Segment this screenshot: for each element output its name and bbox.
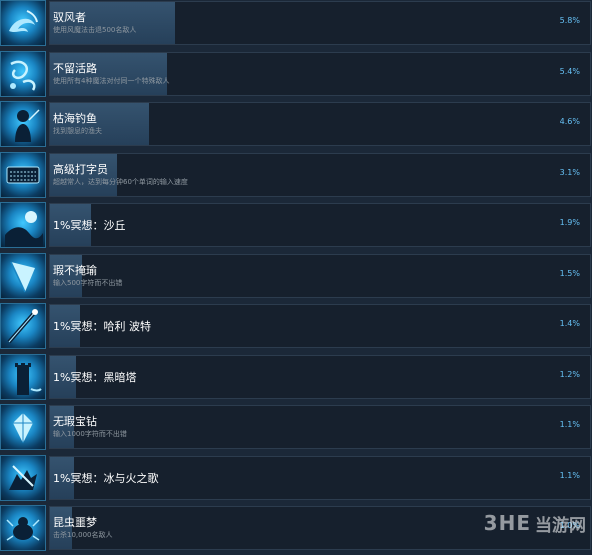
achievement-row[interactable]: 无瑕宝钻输入1000字符而不出错 1.1% bbox=[0, 404, 592, 454]
insect-icon bbox=[0, 505, 46, 551]
achievement-name: 1%冥想：沙丘 bbox=[53, 219, 126, 232]
achievement-name: 不留活路 bbox=[53, 61, 97, 75]
achievement-row[interactable]: 高级打字员 超越常人，达到每分钟60个单词的输入速度 3.1% bbox=[0, 151, 592, 202]
unlock-percent: 1.5% bbox=[559, 268, 580, 278]
achievement-row[interactable]: 驭风者使用风魔法击退500名敌人 5.8% bbox=[0, 0, 592, 50]
unlock-percent: 1.9% bbox=[559, 218, 580, 227]
achievement-name: 高级打字员 bbox=[53, 162, 108, 176]
unlock-percent: 1.4% bbox=[559, 319, 580, 328]
achievement-row[interactable]: 1%冥想：沙丘 1.9% bbox=[0, 202, 592, 252]
achievement-description: 输入500字符而不出错 bbox=[53, 278, 123, 287]
crystal-icon bbox=[0, 252, 46, 299]
unlock-percent: 5.8% bbox=[559, 16, 580, 25]
tower-icon bbox=[0, 353, 46, 400]
achievement-name: 1%冥想：黑暗塔 bbox=[53, 370, 137, 384]
achievement-row[interactable]: 瑕不掩瑜 输入500字符而不出错 1.5% bbox=[0, 252, 592, 303]
achievement-description: 击杀10,000名敌人 bbox=[53, 531, 113, 539]
achievement-row[interactable]: 不留活路 使用所有4种魔法对付同一个特殊敌人 5.4% bbox=[0, 50, 592, 101]
achievement-panel: 驭风者使用风魔法击退500名敌人 5.8% bbox=[49, 1, 591, 45]
achievement-row[interactable]: 枯海钓鱼找到憩息的渔夫 4.6% bbox=[0, 101, 592, 151]
unlock-percent: 5.4% bbox=[559, 66, 580, 76]
unlock-percent: 1.0% bbox=[559, 521, 580, 530]
achievement-panel: 瑕不掩瑜 输入500字符而不出错 1.5% bbox=[49, 253, 591, 298]
wind-swirl-icon bbox=[0, 0, 46, 46]
sand-dune-icon bbox=[0, 202, 46, 248]
wolf-icon bbox=[0, 454, 46, 501]
achievement-name: 无瑕宝钻 bbox=[53, 415, 97, 428]
magic-swirl-icon bbox=[0, 50, 46, 97]
achievement-panel: 昆虫噩梦击杀10,000名敌人 1.0% bbox=[49, 506, 591, 550]
achievement-description: 使用风魔法击退500名敌人 bbox=[53, 26, 137, 34]
achievement-name: 昆虫噩梦 bbox=[53, 516, 97, 529]
achievement-description: 使用所有4种魔法对付同一个特殊敌人 bbox=[53, 76, 170, 85]
achievement-row[interactable]: 1%冥想：黑暗塔 1.2% bbox=[0, 353, 592, 404]
achievement-row[interactable]: 1%冥想：冰与火之歌 1.1% bbox=[0, 454, 592, 505]
achievement-panel: 1%冥想：沙丘 1.9% bbox=[49, 203, 591, 247]
achievement-name: 1%冥想：哈利 波特 bbox=[53, 320, 151, 333]
achievement-panel: 1%冥想：黑暗塔 1.2% bbox=[49, 354, 591, 399]
achievement-description: 找到憩息的渔夫 bbox=[53, 127, 102, 135]
achievement-description: 输入1000字符而不出错 bbox=[53, 430, 127, 438]
achievement-description: 超越常人，达到每分钟60个单词的输入速度 bbox=[53, 177, 188, 186]
achievement-panel: 1%冥想：冰与火之歌 1.1% bbox=[49, 455, 591, 500]
unlock-percent: 1.1% bbox=[559, 420, 580, 429]
gem-icon bbox=[0, 404, 46, 450]
achievement-panel: 高级打字员 超越常人，达到每分钟60个单词的输入速度 3.1% bbox=[49, 152, 591, 197]
achievement-name: 1%冥想：冰与火之歌 bbox=[53, 471, 159, 485]
wand-icon bbox=[0, 303, 46, 349]
unlock-percent: 1.1% bbox=[559, 470, 580, 480]
keyboard-icon bbox=[0, 151, 46, 198]
achievement-name: 瑕不掩瑜 bbox=[53, 263, 97, 277]
achievement-panel: 枯海钓鱼找到憩息的渔夫 4.6% bbox=[49, 102, 591, 146]
achievement-name: 驭风者 bbox=[53, 11, 86, 24]
achievement-row[interactable]: 昆虫噩梦击杀10,000名敌人 1.0% bbox=[0, 505, 592, 555]
achievement-panel: 无瑕宝钻输入1000字符而不出错 1.1% bbox=[49, 405, 591, 449]
unlock-percent: 4.6% bbox=[559, 117, 580, 126]
achievement-panel: 1%冥想：哈利 波特 1.4% bbox=[49, 304, 591, 348]
achievement-row[interactable]: 1%冥想：哈利 波特 1.4% bbox=[0, 303, 592, 353]
achievement-name: 枯海钓鱼 bbox=[53, 112, 97, 125]
unlock-percent: 1.2% bbox=[559, 369, 580, 379]
fisherman-icon bbox=[0, 101, 46, 147]
achievement-panel: 不留活路 使用所有4种魔法对付同一个特殊敌人 5.4% bbox=[49, 51, 591, 96]
unlock-percent: 3.1% bbox=[559, 167, 580, 177]
